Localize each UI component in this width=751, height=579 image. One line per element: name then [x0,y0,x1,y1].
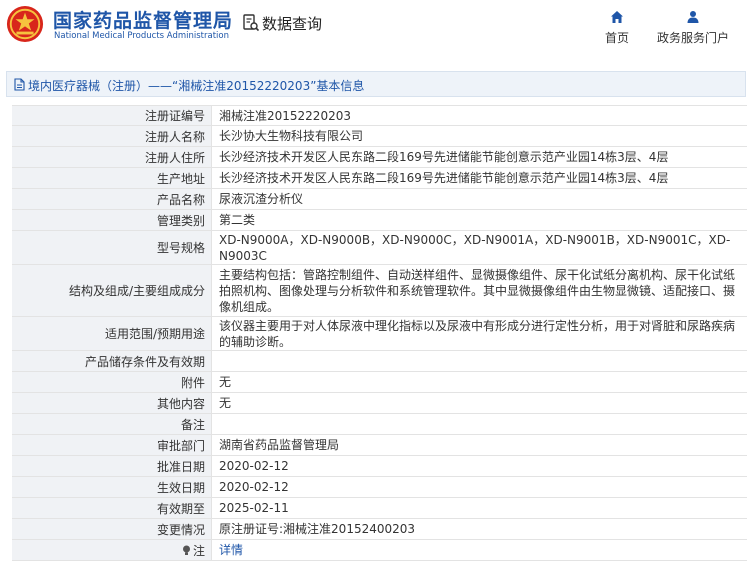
table-row: 产品名称 尿液沉渣分析仪 [12,189,747,210]
table-row: 注册证编号 湘械注准20152220203 [12,105,747,126]
field-value [212,351,747,371]
nav-service-label: 政务服务门户 [656,31,729,45]
breadcrumb: 境内医疗器械（注册）——“湘械注准20152220203”基本信息 [6,71,746,97]
document-icon [14,78,25,91]
field-label: 注册人住所 [12,147,212,167]
brand-name-en: National Medical Products Administration [54,31,229,41]
field-label: 批准日期 [12,456,212,476]
table-row: 变更情况 原注册证号:湘械注准20152400203 [12,519,747,540]
field-label: 注册人名称 [12,126,212,146]
note-label: 注 [12,540,212,560]
field-value: 无 [219,375,232,389]
table-row: 生效日期 2020-02-12 [12,477,747,498]
breadcrumb-text: 境内医疗器械（注册）——“湘械注准20152220203”基本信息 [28,79,365,93]
field-value: 主要结构包括：管路控制组件、自动送样组件、显微摄像组件、尿干化试纸分离机构、尿干… [219,267,736,314]
field-value: 第二类 [219,213,256,227]
nav-service-portal[interactable]: 政务服务门户 [651,10,735,46]
table-row: 备注 [12,414,747,435]
field-label: 有效期至 [12,498,212,518]
field-label: 审批部门 [12,435,212,455]
table-row: 结构及组成/主要组成成分 主要结构包括：管路控制组件、自动送样组件、显微摄像组件… [12,265,747,317]
table-row: 注册人住所 长沙经济技术开发区人民东路二段169号先进储能节能创意示范产业园14… [12,147,747,168]
field-label: 产品名称 [12,189,212,209]
nav-home[interactable]: 首页 [600,10,634,46]
field-label: 其他内容 [12,393,212,413]
field-label: 型号规格 [12,231,212,264]
field-label: 管理类别 [12,210,212,230]
field-value: 尿液沉渣分析仪 [219,192,304,206]
field-label: 注册证编号 [12,106,212,125]
field-value: 2020-02-12 [219,480,289,494]
page-title: 数据查询 [262,15,323,33]
table-row: 管理类别 第二类 [12,210,747,231]
field-label: 适用范围/预期用途 [12,317,212,350]
field-value: 2020-02-12 [219,459,289,473]
details-link[interactable]: 详情 [219,542,243,558]
table-row: 生产地址 长沙经济技术开发区人民东路二段169号先进储能节能创意示范产业园14栋… [12,168,747,189]
field-value: 详情 [212,540,747,560]
user-icon [687,11,699,23]
table-row: 型号规格 XD-N9000A，XD-N9000B，XD-N9000C，XD-N9… [12,231,747,265]
table-row: 其他内容 无 [12,393,747,414]
nav-home-label: 首页 [604,31,629,45]
table-row: 附件 无 [12,372,747,393]
field-label: 备注 [12,414,212,434]
field-value: 该仪器主要用于对人体尿液中理化指标以及尿液中有形成分进行定性分析，用于对肾脏和尿… [219,318,736,349]
field-label: 变更情况 [12,519,212,539]
emblem-logo-icon [6,5,44,43]
table-row: 注 详情 [12,540,747,561]
document-search-icon [243,14,259,32]
table-row: 产品储存条件及有效期 [12,351,747,372]
field-value: 湘械注准20152220203 [219,108,351,123]
field-label: 结构及组成/主要组成成分 [12,265,212,316]
field-value: 湖南省药品监督管理局 [219,438,340,452]
field-label: 生产地址 [12,168,212,188]
lightbulb-icon [182,545,190,555]
field-value: 长沙经济技术开发区人民东路二段169号先进储能节能创意示范产业园14栋3层、4层 [219,150,669,164]
field-value: 长沙协大生物科技有限公司 [219,129,364,143]
brand-name-cn: 国家药品监督管理局 [53,10,234,32]
field-value: 无 [219,396,232,410]
table-row: 适用范围/预期用途 该仪器主要用于对人体尿液中理化指标以及尿液中有形成分进行定性… [12,317,747,351]
field-label: 生效日期 [12,477,212,497]
note-label-text: 注 [192,543,205,558]
field-label: 产品储存条件及有效期 [12,351,212,371]
table-row: 批准日期 2020-02-12 [12,456,747,477]
detail-table: 注册证编号 湘械注准20152220203 注册人名称 长沙协大生物科技有限公司… [12,105,747,561]
site-header: 国家药品监督管理局 National Medical Products Admi… [0,0,751,60]
table-row: 审批部门 湖南省药品监督管理局 [12,435,747,456]
home-icon [611,11,623,23]
table-row: 注册人名称 长沙协大生物科技有限公司 [12,126,747,147]
field-label: 附件 [12,372,212,392]
field-value: 原注册证号:湘械注准20152400203 [219,522,416,536]
field-value: 2025-02-11 [219,501,289,515]
field-value: XD-N9000A，XD-N9000B，XD-N9000C，XD-N9001A，… [219,232,731,263]
field-value: 长沙经济技术开发区人民东路二段169号先进储能节能创意示范产业园14栋3层、4层 [219,171,669,185]
field-value [212,414,747,434]
table-row: 有效期至 2025-02-11 [12,498,747,519]
